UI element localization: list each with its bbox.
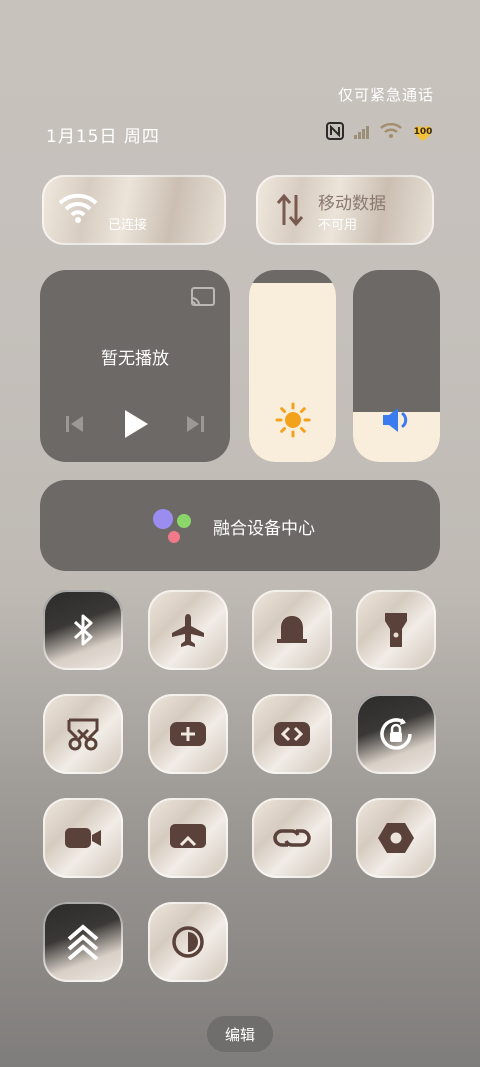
- fusion-dots-icon: [150, 508, 194, 548]
- scissors-icon: [43, 694, 123, 774]
- sun-icon: [275, 402, 311, 442]
- airplane-mode-toggle[interactable]: [148, 590, 228, 670]
- chevrons-up-icon: [43, 902, 123, 982]
- status-icons: 100: [326, 122, 434, 144]
- dark-mode-toggle[interactable]: [148, 902, 228, 982]
- performance-toggle[interactable]: [43, 902, 123, 982]
- edit-button[interactable]: 编辑: [207, 1016, 273, 1052]
- contrast-icon: [148, 902, 228, 982]
- screen-record-toggle[interactable]: [148, 694, 228, 774]
- previous-icon[interactable]: [65, 414, 85, 438]
- screenshot-toggle[interactable]: [43, 694, 123, 774]
- mobile-data-title: 移动数据: [318, 194, 386, 214]
- flashlight-toggle[interactable]: [356, 590, 436, 670]
- wifi-tile[interactable]: 已连接: [42, 175, 226, 245]
- wifi-status-icon: [380, 123, 402, 143]
- do-not-disturb-toggle[interactable]: [252, 590, 332, 670]
- share-icon: [252, 694, 332, 774]
- data-transfer-icon: [276, 193, 304, 231]
- battery-icon: 100: [412, 124, 434, 142]
- video-icon: [43, 798, 123, 878]
- bell-icon: [252, 590, 332, 670]
- battery-level: 100: [413, 127, 433, 137]
- mobile-data-tile[interactable]: 移动数据 不可用: [256, 175, 434, 245]
- camera-toggle[interactable]: [43, 798, 123, 878]
- signal-icon: [354, 124, 370, 143]
- airplane-icon: [148, 590, 228, 670]
- wifi-tile-photo: [122, 185, 212, 215]
- bluetooth-toggle[interactable]: [43, 590, 123, 670]
- media-title: 暂无播放: [101, 349, 169, 369]
- fusion-device-center[interactable]: 融合设备中心: [40, 480, 440, 571]
- bluetooth-icon: [43, 590, 123, 670]
- share-toggle[interactable]: [252, 694, 332, 774]
- brightness-slider[interactable]: [249, 270, 336, 462]
- mobile-data-subtitle: 不可用: [318, 218, 358, 233]
- fusion-label: 融合设备中心: [213, 519, 315, 539]
- nfc-toggle[interactable]: [252, 798, 332, 878]
- projection-toggle[interactable]: [148, 798, 228, 878]
- speaker-icon: [381, 406, 413, 438]
- play-icon[interactable]: [123, 409, 149, 443]
- volume-slider[interactable]: [353, 270, 440, 462]
- emergency-call-text: 仅可紧急通话: [337, 86, 434, 104]
- auto-rotate-toggle[interactable]: [356, 694, 436, 774]
- add-icon: [148, 694, 228, 774]
- cast-icon[interactable]: [190, 286, 216, 312]
- date-text: 1月15日 周四: [46, 127, 160, 147]
- wifi-status-label: 已连接: [108, 218, 148, 233]
- wifi-icon: [58, 193, 98, 227]
- nfc-status-icon: [326, 122, 344, 144]
- gear-icon: [356, 798, 436, 878]
- rotate-lock-icon: [356, 694, 436, 774]
- link-icon: [252, 798, 332, 878]
- settings-toggle[interactable]: [356, 798, 436, 878]
- flashlight-icon: [356, 590, 436, 670]
- screen-icon: [148, 798, 228, 878]
- media-card[interactable]: 暂无播放: [40, 270, 230, 462]
- next-icon[interactable]: [185, 414, 205, 438]
